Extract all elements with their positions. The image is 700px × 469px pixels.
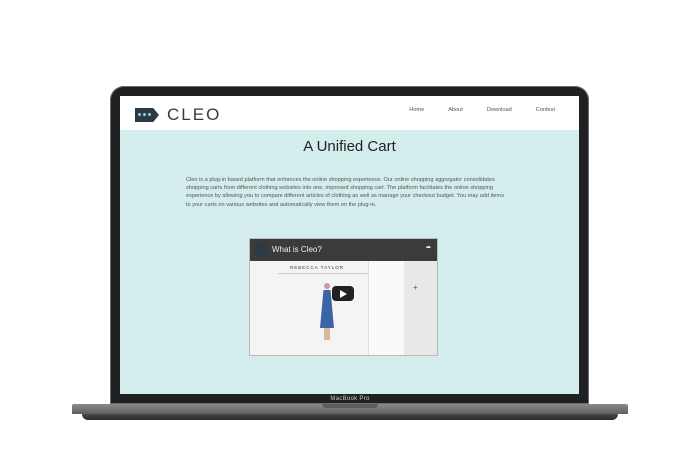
nav-download[interactable]: Download [487, 107, 512, 113]
plus-icon: + [413, 283, 418, 292]
laptop-notch [322, 404, 378, 408]
video-title-bar: What is Cleo? ➦ [250, 239, 437, 261]
nav-home[interactable]: Home [409, 107, 424, 113]
site-header: CLEO Home About Download Contest [120, 96, 579, 130]
video-extension-panel [404, 261, 437, 355]
nav-about[interactable]: About [448, 107, 463, 113]
logo-text: CLEO [167, 105, 222, 124]
share-icon[interactable]: ➦ [426, 244, 431, 251]
main-nav: Home About Download Contest [409, 107, 555, 113]
logo[interactable]: CLEO [135, 105, 221, 125]
laptop-screen: CLEO Home About Download Contest A Unifi… [120, 96, 579, 394]
video-player[interactable]: What is Cleo? ➦ REBECCA TAYLOR + [249, 238, 438, 356]
nav-contest[interactable]: Contest [536, 107, 555, 113]
description-text: Cleo is a plug-in based platform that en… [186, 177, 504, 208]
channel-avatar[interactable] [254, 243, 268, 257]
play-button-icon[interactable] [332, 286, 354, 301]
device-model-label: MacBook Pro [330, 396, 370, 402]
video-brand-text: REBECCA TAYLOR [290, 265, 345, 270]
video-title[interactable]: What is Cleo? [272, 245, 322, 254]
page-title: A Unified Cart [303, 138, 396, 155]
laptop-base-bottom [82, 414, 618, 420]
tag-icon [135, 108, 159, 122]
video-side-panel [368, 261, 405, 355]
